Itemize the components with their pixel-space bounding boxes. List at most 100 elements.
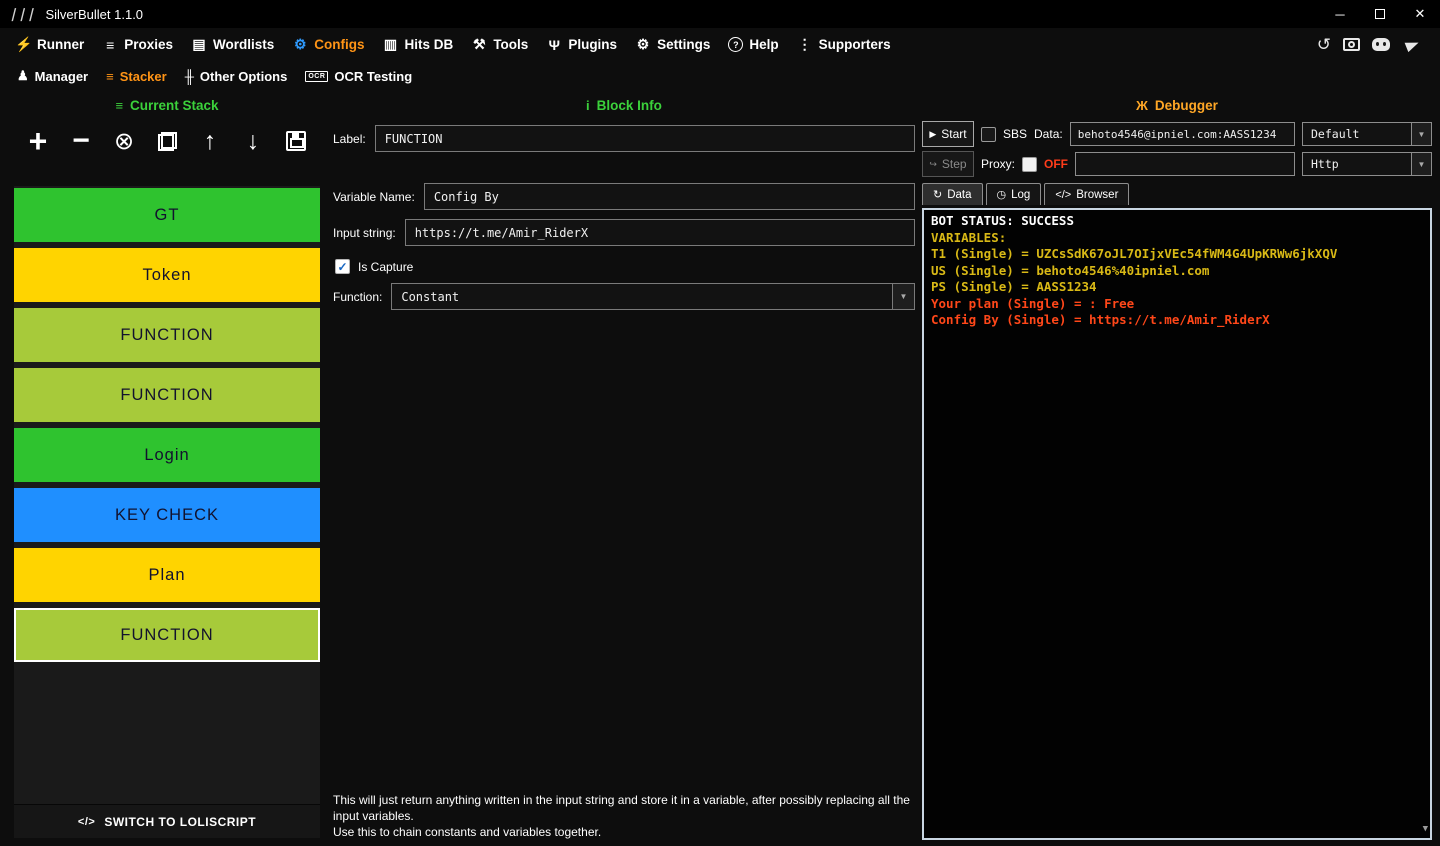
variable-name-input[interactable] (424, 183, 915, 210)
clear-stack-button[interactable]: ⊗ (109, 126, 139, 156)
tab-data[interactable]: ↻ Data (922, 183, 983, 205)
block-label: Plan (148, 566, 185, 585)
stack-block[interactable]: KEY CHECK (14, 488, 320, 542)
menu-label: Proxies (124, 37, 173, 52)
stack-block[interactable]: Token (14, 248, 320, 302)
menu-label: Settings (657, 37, 710, 52)
submenu-label: OCR Testing (334, 69, 412, 84)
proxy-checkbox[interactable] (1022, 157, 1037, 172)
step-icon: ↪ (929, 159, 937, 170)
debugger-output[interactable]: BOT STATUS: SUCCESS VARIABLES: T1 (Singl… (922, 208, 1432, 840)
move-down-button[interactable]: ↓ (238, 126, 268, 156)
log-line: PS (Single) = AASS1234 (931, 279, 1423, 296)
function-select[interactable]: Constant ▼ (391, 283, 915, 310)
save-config-button[interactable] (281, 126, 311, 156)
refresh-icon: ↻ (933, 188, 942, 201)
submenu-label: Manager (35, 69, 88, 84)
runner-icon: ⚡ (15, 36, 31, 53)
menu-item-help[interactable]: ? Help (719, 28, 787, 61)
clone-block-button[interactable] (152, 126, 182, 156)
input-string-input[interactable] (405, 219, 915, 246)
is-capture-checkbox[interactable]: ✓ (335, 259, 350, 274)
wordlist-type-select[interactable]: Default ▼ (1302, 122, 1432, 146)
proxy-input[interactable] (1075, 152, 1295, 176)
discord-icon[interactable] (1372, 38, 1390, 51)
menu-label: Hits DB (405, 37, 454, 52)
input-string-label: Input string: (333, 226, 396, 240)
menu-item-wordlists[interactable]: ▤ Wordlists (182, 28, 283, 61)
block-info-header: i Block Info (333, 98, 915, 113)
stack-panel-title: Current Stack (130, 98, 219, 113)
menu-item-settings[interactable]: ⚙ Settings (626, 28, 719, 61)
description-line: Use this to chain constants and variable… (333, 824, 915, 840)
stack-block[interactable]: GT (14, 188, 320, 242)
wordlists-icon: ▤ (191, 36, 207, 53)
play-icon: ▶ (929, 129, 936, 140)
move-up-button[interactable]: ↑ (195, 126, 225, 156)
save-icon (286, 131, 306, 151)
block-label: Login (144, 446, 189, 465)
bug-icon: Ж (1136, 98, 1148, 113)
tab-browser[interactable]: </> Browser (1044, 183, 1129, 205)
stack-block-selected[interactable]: FUNCTION (14, 608, 320, 662)
add-block-button[interactable]: + (23, 126, 53, 156)
menu-item-tools[interactable]: ⚒ Tools (462, 28, 537, 61)
menu-item-supporters[interactable]: ⋮ Supporters (788, 28, 900, 61)
submenu-item-manager[interactable]: ♟ Manager (8, 68, 97, 84)
clock-icon: ◷ (997, 188, 1007, 201)
menu-item-runner[interactable]: ⚡ Runner (6, 28, 93, 61)
telegram-icon[interactable] (1402, 36, 1422, 54)
menu-item-plugins[interactable]: Ψ Plugins (537, 28, 626, 61)
sbs-checkbox[interactable] (981, 127, 996, 142)
variable-name-label: Variable Name: (333, 190, 415, 204)
stack-block[interactable]: Plan (14, 548, 320, 602)
proxy-type-value: Http (1303, 153, 1411, 175)
debugger-panel: Ж Debugger ▶ Start SBS Data: Default ▼ ↪… (922, 98, 1432, 840)
menu-item-configs[interactable]: ⚙ Configs (283, 28, 373, 61)
submenu-label: Stacker (120, 69, 167, 84)
submenu-item-other-options[interactable]: ╫ Other Options (176, 69, 297, 84)
menu-label: Configs (314, 37, 364, 52)
maximize-button[interactable] (1360, 0, 1400, 28)
close-button[interactable]: ✕ (1400, 0, 1440, 28)
stack-block[interactable]: FUNCTION (14, 368, 320, 422)
tab-log[interactable]: ◷ Log (986, 183, 1042, 205)
stack-toolbar: + − ⊗ ↑ ↓ (14, 121, 320, 161)
scroll-down-icon[interactable]: ▼ (1423, 821, 1428, 838)
menu-item-proxies[interactable]: ≡ Proxies (93, 28, 182, 61)
stack-panel: ≡ Current Stack + − ⊗ ↑ ↓ GT Token FUNCT… (14, 98, 320, 838)
remove-block-button[interactable]: − (66, 126, 96, 156)
label-input[interactable] (375, 125, 915, 152)
minimize-button[interactable]: ─ (1320, 0, 1360, 28)
label-field-label: Label: (333, 132, 366, 146)
block-label: KEY CHECK (115, 506, 219, 525)
window-controls: ─ ✕ (1320, 0, 1440, 28)
step-button[interactable]: ↪ Step (922, 151, 974, 177)
switch-to-loliscript-button[interactable]: </> SWITCH TO LOLISCRIPT (14, 804, 320, 838)
log-line: BOT STATUS: SUCCESS (931, 213, 1423, 230)
is-capture-label: Is Capture (358, 260, 413, 274)
function-select-value: Constant (392, 284, 892, 309)
submenu-item-ocr-testing[interactable]: OCR OCR Testing (296, 69, 421, 84)
menubar-tools: ↺ (1317, 35, 1434, 55)
menu-item-hitsdb[interactable]: ▥ Hits DB (374, 28, 463, 61)
step-label: Step (942, 157, 967, 171)
data-input[interactable] (1070, 122, 1295, 146)
block-description: This will just return anything written i… (333, 792, 915, 840)
stack-block[interactable]: FUNCTION (14, 308, 320, 362)
history-icon[interactable]: ↺ (1317, 35, 1331, 55)
configs-icon: ⚙ (292, 36, 308, 53)
start-button[interactable]: ▶ Start (922, 121, 974, 147)
dropdown-arrow-icon: ▼ (892, 284, 914, 309)
ocr-icon: OCR (305, 71, 328, 82)
camera-icon[interactable] (1343, 38, 1360, 51)
proxy-type-select[interactable]: Http ▼ (1302, 152, 1432, 176)
log-line: VARIABLES: (931, 230, 1423, 247)
app-logo-icon: ||| (8, 7, 38, 22)
maximize-icon (1375, 9, 1385, 19)
settings-icon: ⚙ (635, 36, 651, 53)
tab-label: Data (947, 189, 971, 201)
submenu-item-stacker[interactable]: ≡ Stacker (97, 69, 176, 84)
stack-block[interactable]: Login (14, 428, 320, 482)
block-info-title: Block Info (597, 98, 662, 113)
